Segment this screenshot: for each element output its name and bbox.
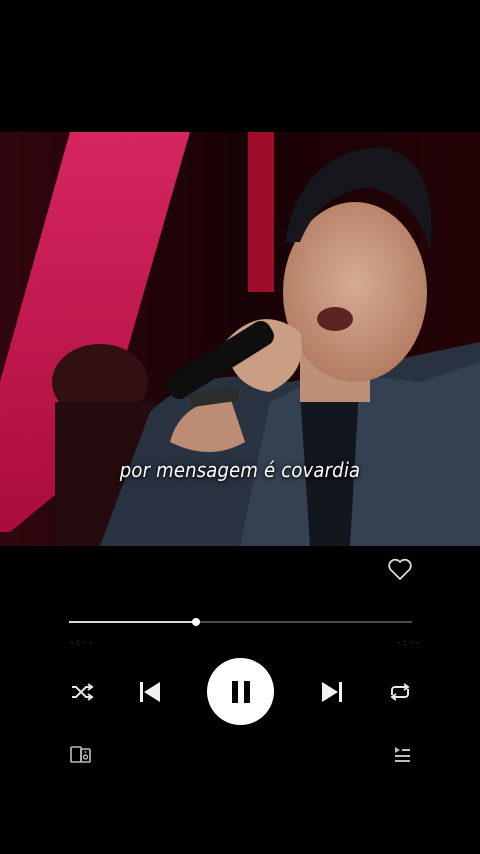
queue-icon: [395, 747, 410, 762]
heart-outline-icon: [388, 558, 412, 580]
like-button[interactable]: [387, 557, 413, 581]
pause-button[interactable]: [207, 658, 274, 725]
skip-previous-icon: [140, 682, 160, 702]
shuffle-icon: [72, 683, 94, 701]
player-screen: por mensagem é covardia -:-- -:--: [0, 0, 480, 854]
lyric-text: por mensagem é covardia: [119, 458, 361, 482]
repeat-icon: [390, 683, 410, 701]
pause-icon: [231, 680, 250, 703]
previous-button[interactable]: [136, 679, 164, 705]
progress-knob[interactable]: [191, 618, 200, 626]
progress-bar[interactable]: [69, 618, 412, 626]
video-dim-overlay: [0, 132, 480, 546]
devices-button[interactable]: [68, 744, 94, 766]
progress-fill: [69, 621, 196, 623]
next-button[interactable]: [318, 679, 346, 705]
repeat-button[interactable]: [386, 679, 414, 705]
time-elapsed: -:--: [69, 638, 95, 648]
time-total: -:--: [396, 638, 422, 648]
queue-button[interactable]: [390, 744, 414, 766]
shuffle-button[interactable]: [68, 680, 96, 704]
video-frame: [0, 132, 480, 546]
skip-next-icon: [322, 682, 342, 702]
devices-icon: [70, 746, 91, 763]
